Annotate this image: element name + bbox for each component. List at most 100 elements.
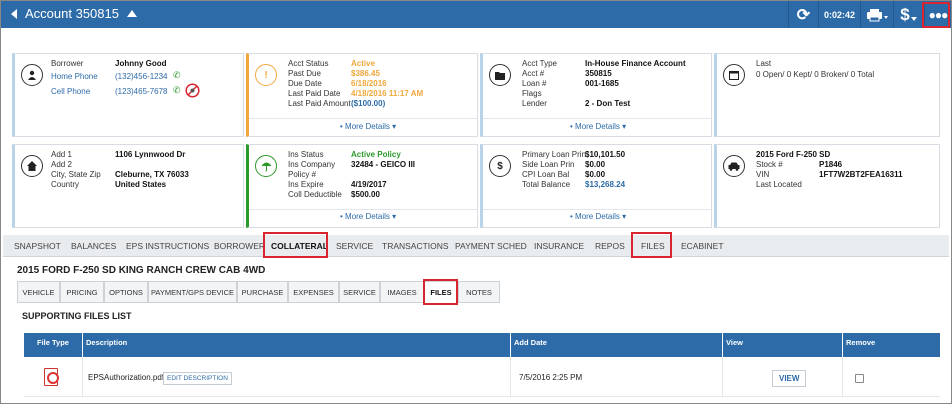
tab-service[interactable]: SERVICE <box>336 241 373 251</box>
table-row: EPSAuthorization.pdf EDIT DESCRIPTION 7/… <box>24 357 940 397</box>
col-add-date: Add Date <box>510 333 722 357</box>
view-button[interactable]: VIEW <box>772 370 807 387</box>
policy-number-label: Policy # <box>288 170 317 179</box>
tab-collateral[interactable]: COLLATERAL <box>271 241 328 251</box>
edit-description-button[interactable]: EDIT DESCRIPTION <box>163 372 232 385</box>
home-icon <box>21 155 43 177</box>
account-header: Account 350815 ⟳ 0:02:42 $ ●●● <box>1 1 951 28</box>
subtab-payment-gps-device[interactable]: PAYMENT/GPS DEVICE <box>148 281 237 303</box>
payment-menu-button[interactable]: $ <box>893 1 923 28</box>
subtab-expenses[interactable]: EXPENSES <box>288 281 339 303</box>
subtab-notes[interactable]: NOTES <box>458 281 500 303</box>
subtab-vehicle[interactable]: VEHICLE <box>17 281 60 303</box>
city-state-zip-value: Cleburne, TX 76033 <box>115 170 189 179</box>
add-date-value: 7/5/2016 2:25 PM <box>519 373 583 382</box>
tab-files[interactable]: FILES <box>641 241 665 251</box>
vin-value: 1FT7W2BT2FEA16311 <box>819 170 903 179</box>
balance-card: $ Primary Loan Prin $10,101.50 Side Loan… <box>480 144 712 228</box>
acct-number-value: 350815 <box>585 69 612 78</box>
subtab-files[interactable]: FILES <box>424 281 458 303</box>
last-located-label: Last Located <box>756 180 802 189</box>
primary-loan-prin-label: Primary Loan Prin <box>522 150 587 159</box>
acct-number-label: Acct # <box>522 69 545 78</box>
add2-label: Add 2 <box>51 160 72 169</box>
back-icon[interactable] <box>11 8 17 19</box>
subtab-options[interactable]: OPTIONS <box>104 281 148 303</box>
last-paid-amount-label: Last Paid Amount <box>288 99 351 108</box>
account-status-card: ! Acct Status Active Past Due $386.45 Du… <box>246 53 478 137</box>
refresh-icon: ⟳ <box>796 6 811 24</box>
loan-number-value: 001-1685 <box>585 79 619 88</box>
stock-number-label: Stock # <box>756 160 783 169</box>
coll-deductible-value: $500.00 <box>351 190 380 199</box>
account-title: Account 350815 <box>25 6 119 21</box>
vehicle-card-title: 2015 Ford F-250 SD <box>756 150 831 159</box>
tab-insurance[interactable]: INSURANCE <box>534 241 584 251</box>
borrower-label: Borrower <box>51 59 84 68</box>
subtab-purchase[interactable]: PURCHASE <box>237 281 288 303</box>
coll-deductible-label: Coll Deductible <box>288 190 342 199</box>
acct-status-label: Acct Status <box>288 59 329 68</box>
vehicle-card: 2015 Ford F-250 SD Stock # P1846 VIN 1FT… <box>714 144 940 228</box>
city-state-zip-label: City, State Zip <box>51 170 101 179</box>
loan-number-label: Loan # <box>522 79 547 88</box>
cpi-loan-bal-value: $0.00 <box>585 170 606 179</box>
col-view: View <box>722 333 842 357</box>
more-details-link[interactable]: • More Details ▾ <box>340 122 396 131</box>
subtab-images[interactable]: IMAGES <box>380 281 424 303</box>
remove-checkbox[interactable] <box>855 374 864 383</box>
tab-repos[interactable]: REPOS <box>595 241 625 251</box>
phone-call-icon[interactable]: ✆ <box>173 85 181 96</box>
collapse-icon[interactable] <box>126 10 137 17</box>
flags-label: Flags <box>522 89 542 98</box>
ins-status-label: Ins Status <box>288 150 324 159</box>
calendar-icon <box>723 64 745 86</box>
dollar-circle-icon: $ <box>489 155 511 177</box>
ins-company-value: 32484 - GEICO III <box>351 160 416 169</box>
acct-status-value: Active <box>351 59 376 68</box>
tab-eps-instructions[interactable]: EPS INSTRUCTIONS <box>126 241 209 251</box>
tab-transactions[interactable]: TRANSACTIONS <box>382 241 449 251</box>
last-paid-date-label: Last Paid Date <box>288 89 341 98</box>
subtab-pricing[interactable]: PRICING <box>60 281 104 303</box>
account-title-group[interactable]: Account 350815 <box>11 6 137 21</box>
print-button[interactable] <box>860 1 893 28</box>
tab-snapshot[interactable]: SNAPSHOT <box>14 241 61 251</box>
borrower-name: Johnny Good <box>115 59 167 68</box>
ellipsis-icon: ●●● <box>928 7 949 22</box>
more-details-link[interactable]: • More Details ▾ <box>570 212 626 221</box>
vehicle-title: 2015 FORD F-250 SD KING RANCH CREW CAB 4… <box>17 265 266 276</box>
due-date-value: 6/18/2016 <box>351 79 387 88</box>
tab-borrower[interactable]: BORROWER <box>214 241 265 251</box>
lender-label: Lender <box>522 99 547 108</box>
primary-loan-prin-value: $10,101.50 <box>585 150 626 159</box>
subtab-service[interactable]: SERVICE <box>339 281 380 303</box>
file-description: EPSAuthorization.pdf <box>88 373 165 382</box>
borrower-card: Borrower Johnny Good Home Phone (132)456… <box>12 53 244 137</box>
view-cell: VIEW <box>722 357 842 397</box>
phone-call-icon[interactable]: ✆ <box>173 70 181 81</box>
tab-payment-sched[interactable]: PAYMENT SCHED <box>455 241 527 251</box>
tab-ecabinet[interactable]: ECABINET <box>681 241 724 251</box>
dollar-icon: $ <box>900 4 910 24</box>
more-details-link[interactable]: • More Details ▾ <box>570 122 626 131</box>
refresh-button[interactable]: ⟳ <box>788 1 818 28</box>
side-loan-prin-label: Side Loan Prin <box>522 160 575 169</box>
pdf-file-icon <box>44 368 59 386</box>
person-icon <box>21 64 43 86</box>
address-card: Add 1 1106 Lynnwood Dr Add 2 City, State… <box>12 144 244 228</box>
past-due-value: $386.45 <box>351 69 380 78</box>
promise-summary: 0 Open/ 0 Kept/ 0 Broken/ 0 Total <box>756 70 875 79</box>
more-details-link[interactable]: • More Details ▾ <box>340 212 396 221</box>
tab-balances[interactable]: BALANCES <box>71 241 116 251</box>
col-file-type: File Type <box>37 338 69 347</box>
acct-type-label: Acct Type <box>522 59 557 68</box>
no-call-icon[interactable] <box>185 83 200 98</box>
vin-label: VIN <box>756 170 770 179</box>
cell-phone-link[interactable]: (123)465-7678 <box>115 87 167 97</box>
last-paid-date-value: 4/18/2016 11:17 AM <box>351 89 424 98</box>
home-phone-link[interactable]: (132)456-1234 <box>115 72 167 82</box>
more-options-button[interactable]: ●●● <box>924 1 951 28</box>
ins-expire-value: 4/19/2017 <box>351 180 387 189</box>
add1-value: 1106 Lynnwood Dr <box>115 150 186 159</box>
